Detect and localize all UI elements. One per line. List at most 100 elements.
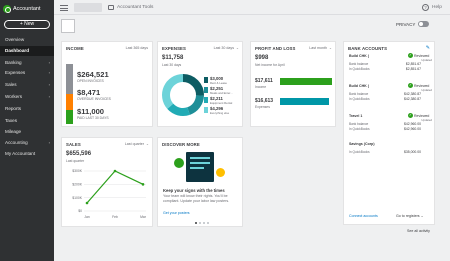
expenses-donut-chart [162, 74, 204, 116]
discover-more-card: DISCOVER MORE Keep your signs with the t… [157, 137, 243, 227]
pl-expenses-bar [280, 98, 329, 105]
sales-line [86, 170, 144, 204]
menu-icon[interactable] [60, 5, 68, 11]
chevron-right-icon: › [48, 140, 50, 145]
bank-accounts-card: BANK ACCOUNTS ✎ Build CHK (✓ Reviewed Bank… [343, 41, 435, 225]
sidebar-item[interactable]: Taxes [0, 116, 54, 126]
sidebar-item[interactable]: My Accountant [0, 149, 54, 159]
app-logo[interactable]: Accountant [3, 4, 51, 14]
legend-label: Meals and Enter... [210, 91, 233, 95]
profit-loss-filter[interactable]: Last month [309, 46, 327, 50]
privacy-toggle[interactable] [418, 21, 430, 27]
income-filter[interactable]: Last 365 days [126, 46, 148, 50]
sidebar-item[interactable]: Dashboard [0, 46, 54, 56]
chevron-down-icon[interactable]: ⌄ [236, 46, 239, 50]
sidebar-item[interactable]: Mileage [0, 127, 54, 137]
bank-account-row[interactable]: Build CHK (✓ Reviewed Bank balance $42,380.… [344, 83, 436, 110]
see-all-activity-link[interactable]: See all activity [407, 229, 430, 233]
reviewed-label: Reviewed [414, 53, 430, 58]
sidebar-item-label: Workers [5, 94, 23, 99]
overdue-invoices-label: OVERDUE INVOICES [77, 97, 111, 101]
bank-account-row[interactable]: Travel 1 ✓ Reviewed Bank balance $42,960.00 I… [344, 113, 436, 140]
donut-slice[interactable] [186, 95, 204, 115]
decorative-circle [174, 158, 184, 168]
briefcase-icon [108, 5, 114, 10]
quickbooks-balance-value: $2,851.67 [405, 67, 421, 71]
go-to-registers-button[interactable]: Go to registers ⌄ [396, 214, 424, 218]
bank-account-name: Build CHK ( [349, 84, 369, 88]
app-name: Accountant [13, 6, 41, 12]
bank-account-row[interactable]: Savings (Corp) In QuickBooks $35,000.00 [344, 142, 436, 168]
legend-swatch [204, 97, 208, 103]
chevron-right-icon: › [48, 94, 50, 99]
header-divider [54, 14, 450, 15]
help-button[interactable]: ? Help [422, 3, 448, 12]
pl-income-bar [280, 78, 332, 85]
legend-swatch [204, 107, 208, 113]
client-search-input[interactable] [74, 3, 102, 12]
carousel-dot[interactable] [207, 222, 209, 224]
checkmark-icon: ✓ [408, 83, 413, 88]
expenses-title: EXPENSES [162, 46, 186, 51]
pl-income-label: Income [255, 85, 267, 89]
legend-label: Rent & Lease [210, 81, 227, 85]
chevron-down-icon[interactable]: ⌄ [146, 142, 149, 146]
privacy-toggle-group[interactable]: PRIVACY [396, 20, 446, 28]
quickbooks-balance-value: $42,960.00 [404, 127, 421, 131]
sidebar-item[interactable]: Accounting › [0, 138, 54, 148]
company-logo-placeholder[interactable] [61, 19, 75, 33]
sales-point[interactable] [113, 169, 117, 173]
sales-filter[interactable]: Last quarter [125, 142, 144, 146]
sidebar-item[interactable]: Expenses › [0, 68, 54, 78]
sidebar-item[interactable]: Banking › [0, 58, 54, 68]
sidebar-item-label: Accounting [5, 140, 28, 145]
bank-balance-value: $35,000.00 [404, 150, 421, 154]
sidebar-item[interactable]: Sales › [0, 80, 54, 90]
carousel-dot[interactable] [203, 222, 205, 224]
get-posters-link[interactable]: Get your posters [163, 211, 190, 215]
sidebar-item-label: My Accountant [5, 151, 36, 156]
go-to-registers-label: Go to registers [396, 214, 420, 218]
x-tick-label: Feb [112, 215, 118, 219]
expenses-filter[interactable]: Last 30 days [214, 46, 234, 50]
paid-bar [66, 110, 73, 124]
bank-accounts-title: BANK ACCOUNTS [348, 46, 388, 51]
expense-legend-item[interactable]: $2,211 Equipment Rental [204, 96, 242, 105]
chevron-down-icon[interactable]: ⌄ [329, 46, 332, 50]
sidebar-item[interactable]: Reports [0, 104, 54, 114]
bank-account-row[interactable]: Build CHK (✓ Reviewed Bank balance $2,851.6… [344, 53, 436, 80]
donut-slice[interactable] [162, 74, 184, 109]
expense-legend-item[interactable]: $3,000 Rent & Lease [204, 76, 242, 85]
expense-legend-item[interactable]: $4,296 Everything else [204, 106, 242, 115]
connect-accounts-link[interactable]: Connect accounts [349, 214, 378, 218]
chevron-right-icon: › [48, 82, 50, 87]
carousel-dot[interactable] [199, 222, 201, 224]
sidebar-item[interactable]: Workers › [0, 92, 54, 102]
new-button[interactable]: + New [4, 20, 50, 29]
y-tick-label: $0 [78, 209, 82, 213]
sidebar-item-label: Sales [5, 82, 17, 87]
quickbooks-balance-label: In QuickBooks [349, 127, 370, 131]
privacy-label: PRIVACY [396, 21, 416, 27]
sales-point[interactable] [141, 183, 145, 186]
sidebar-item-label: Expenses [5, 70, 26, 75]
expense-legend-item[interactable]: $2,251 Meals and Enter... [204, 86, 242, 95]
accountant-tools-button[interactable]: Accountant Tools [108, 3, 168, 12]
bank-account-name: Travel 1 [349, 114, 363, 118]
overdue-invoices-amount: $8,471 [77, 88, 101, 97]
carousel-dots[interactable] [195, 222, 209, 225]
bank-balance-value: $2,851.67 [405, 62, 421, 66]
reviewed-label: Reviewed [414, 113, 430, 118]
carousel-dot[interactable] [195, 222, 197, 224]
edit-pencil-icon[interactable]: ✎ [426, 45, 430, 51]
sidebar-item[interactable]: Overview [0, 35, 54, 45]
quickbooks-balance-label: In QuickBooks [349, 67, 370, 71]
expenses-period: Last 30 days [162, 63, 182, 67]
checkmark-icon: ✓ [408, 53, 413, 58]
quickbooks-logo-icon [3, 5, 11, 13]
donut-slice[interactable] [182, 74, 204, 96]
donut-slice[interactable] [167, 103, 190, 116]
sales-point[interactable] [85, 201, 89, 205]
bank-balance-label: Bank balance [349, 62, 369, 66]
chevron-down-icon: ⌄ [420, 214, 424, 218]
